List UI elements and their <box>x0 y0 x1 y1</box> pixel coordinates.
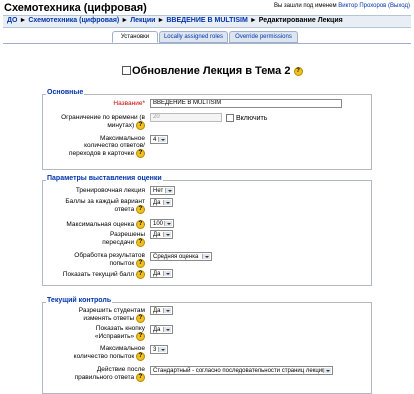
help-icon[interactable]: ? <box>136 352 145 361</box>
handling-select[interactable]: Средняя оценка <box>150 252 212 261</box>
max-attempts-label: Максимальное количество попыток ? <box>73 345 145 361</box>
practice-label: Тренировочная лекция <box>75 187 145 194</box>
breadcrumb-separator: ► <box>157 17 165 24</box>
chevron-down-icon <box>166 273 170 275</box>
help-icon[interactable]: ? <box>136 314 145 323</box>
chevron-down-icon <box>166 234 170 236</box>
show-score-select[interactable]: Да <box>150 269 173 278</box>
login-info: Вы зашли под именем Виктор Прохоров (Вых… <box>274 3 410 9</box>
chevron-down-icon <box>161 349 165 351</box>
enable-label: Включить <box>235 114 268 122</box>
review-select[interactable]: Да <box>150 306 173 315</box>
max-grade-label: Максимальная оценка ? <box>66 220 145 229</box>
help-icon[interactable]: ? <box>136 332 145 341</box>
action-label: Действие после правильного ответа ? <box>74 366 145 382</box>
logout-link[interactable]: (Выход) <box>388 3 410 9</box>
chevron-down-icon <box>166 329 170 331</box>
time-limit-label: Ограничение по времени (в минутах) ? <box>61 114 145 130</box>
retake-select[interactable]: Да <box>150 230 173 239</box>
chevron-down-icon <box>326 370 330 372</box>
review-button-select[interactable]: Да <box>150 325 173 334</box>
breadcrumb: ДО ► Схемотехника (цифровая) ► Лекции ► ВВЕДЕН… <box>7 17 343 24</box>
section-flow-legend: Текущий контроль <box>46 297 113 304</box>
breadcrumb-lessons[interactable]: Лекции <box>130 17 155 24</box>
breadcrumb-current: Редактирование Лекция <box>258 17 343 24</box>
time-limit-input[interactable]: 20 <box>150 113 222 122</box>
breadcrumb-home[interactable]: ДО <box>7 17 17 24</box>
page-icon <box>122 65 131 75</box>
review-label: Разрешить студентам изменять ответы ? <box>78 307 145 323</box>
custom-scoring-label: Баллы за каждый вариант ответа ? <box>65 198 145 214</box>
breadcrumb-separator: ► <box>121 17 129 24</box>
tab-settings[interactable]: Установки <box>112 31 158 43</box>
enable-time-limit-checkbox[interactable] <box>226 114 234 122</box>
name-input[interactable]: ВВЕДЕНИЕ В MULTISIM <box>150 99 342 108</box>
chevron-down-icon <box>168 190 172 192</box>
breadcrumb-course[interactable]: Схемотехника (цифровая) <box>28 17 119 24</box>
help-icon[interactable]: ? <box>293 66 303 76</box>
tab-divider <box>3 43 411 44</box>
navbar: ДО ► Схемотехника (цифровая) ► Лекции ► ВВЕДЕН… <box>3 15 411 28</box>
help-icon[interactable]: ? <box>136 121 145 130</box>
help-icon[interactable]: ? <box>136 149 145 158</box>
help-icon[interactable]: ? <box>136 220 145 229</box>
help-icon[interactable]: ? <box>136 259 145 268</box>
help-icon[interactable]: ? <box>136 373 145 382</box>
practice-select[interactable]: Нет <box>150 186 175 195</box>
chevron-down-icon <box>205 256 209 258</box>
show-score-label: Показать текущий балл ? <box>63 270 145 279</box>
chevron-down-icon <box>166 310 170 312</box>
max-grade-select[interactable]: 100 <box>150 219 174 228</box>
action-select[interactable]: Стандартный - согласно последовательност… <box>150 366 333 375</box>
review-button-label: Показать кнопку «Исправить» ? <box>94 325 145 341</box>
help-icon[interactable]: ? <box>136 270 145 279</box>
help-icon[interactable]: ? <box>136 205 145 214</box>
custom-scoring-select[interactable]: Да <box>150 198 173 207</box>
breadcrumb-separator: ► <box>19 17 27 24</box>
page-title-text: Обновление Лекция в Тема 2 <box>132 65 291 77</box>
chevron-down-icon <box>167 223 171 225</box>
max-attempts-select[interactable]: 3 <box>150 345 168 354</box>
breadcrumb-lesson[interactable]: ВВЕДЕНИЕ В MULTISIM <box>166 17 247 24</box>
section-general-legend: Основные <box>46 89 85 96</box>
name-label: Название* <box>113 100 145 107</box>
handling-label: Обработка результатов попыток ? <box>74 252 145 268</box>
chevron-down-icon <box>161 139 165 141</box>
login-prefix: Вы зашли под именем <box>273 3 337 9</box>
max-answers-select[interactable]: 4 <box>150 135 168 144</box>
max-answers-label: Максимальное количество ответов/переходо… <box>69 135 145 158</box>
course-title: Схемотехника (цифровая) <box>4 2 147 14</box>
tab-local-roles[interactable]: Locally assigned roles <box>159 31 228 43</box>
help-icon[interactable]: ? <box>136 238 145 247</box>
section-grading-legend: Параметры выставления оценки <box>46 175 163 182</box>
page-header: Схемотехника (цифровая) Вы зашли под име… <box>0 0 414 16</box>
chevron-down-icon <box>166 202 170 204</box>
page-title: Обновление Лекция в Тема 2 ? <box>122 65 303 77</box>
user-name-link[interactable]: Виктор Прохоров <box>338 3 386 9</box>
breadcrumb-separator: ► <box>249 17 257 24</box>
tab-override-permissions[interactable]: Override permissions <box>229 31 298 43</box>
retake-label: Разрешены пересдачи ? <box>102 231 145 247</box>
